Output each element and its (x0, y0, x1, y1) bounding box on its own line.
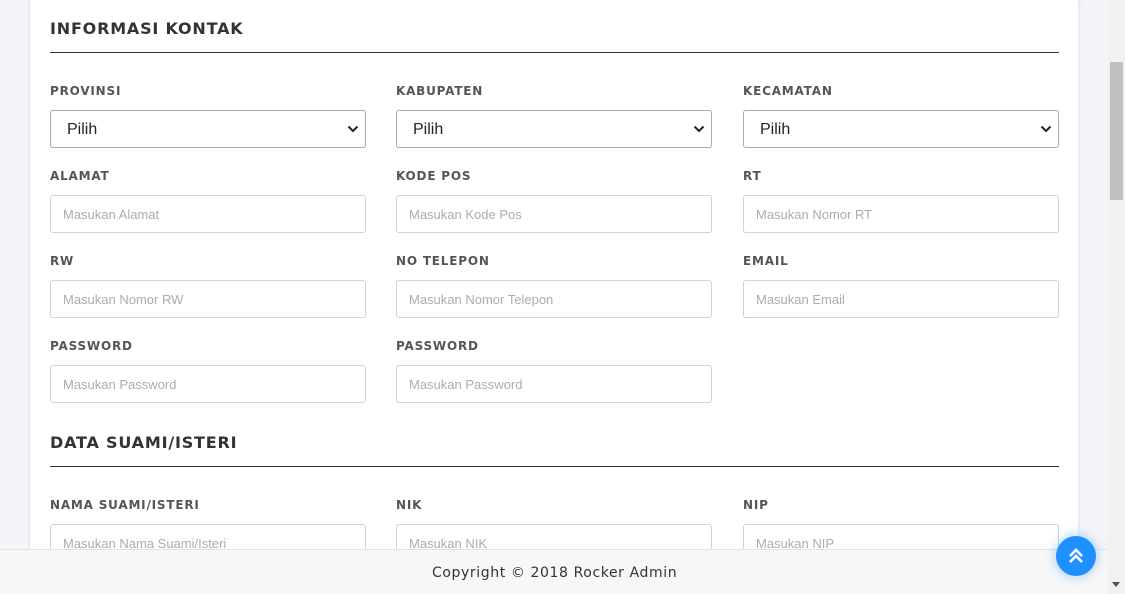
nip-label: NIP (743, 498, 769, 512)
kabupaten-select-value: Pilih (413, 121, 444, 138)
spouse-section-divider (50, 466, 1059, 467)
rt-field (743, 195, 1059, 233)
email-field (743, 280, 1059, 318)
password-input[interactable] (51, 366, 365, 402)
kode-pos-label: KODE POS (396, 169, 472, 183)
page-footer: Copyright © 2018 Rocker Admin (0, 549, 1108, 594)
no-telepon-label: NO TELEPON (396, 254, 490, 268)
password-field (50, 365, 366, 403)
kecamatan-select-value: Pilih (760, 121, 791, 138)
password-label: PASSWORD (50, 339, 133, 353)
spouse-section-title: DATA SUAMI/ISTERI (50, 433, 238, 452)
double-chevron-up-icon (1069, 548, 1083, 563)
form-card: INFORMASI KONTAK PROVINSI Pilih KABUPATE… (29, 0, 1079, 594)
kabupaten-select[interactable]: Pilih (396, 110, 712, 148)
alamat-input[interactable] (51, 196, 365, 232)
rt-label: RT (743, 169, 762, 183)
vertical-scrollbar[interactable] (1108, 0, 1125, 594)
chevron-down-icon (693, 125, 705, 133)
chevron-down-icon (347, 125, 359, 133)
password-confirm-field (396, 365, 712, 403)
chevron-down-icon (1040, 125, 1052, 133)
kecamatan-select[interactable]: Pilih (743, 110, 1059, 148)
scrollbar-thumb[interactable] (1110, 62, 1123, 200)
provinsi-select-value: Pilih (67, 121, 98, 138)
provinsi-label: PROVINSI (50, 84, 122, 98)
back-to-top-button[interactable] (1056, 536, 1096, 576)
rw-field (50, 280, 366, 318)
alamat-label: ALAMAT (50, 169, 110, 183)
rw-label: RW (50, 254, 75, 268)
rw-input[interactable] (51, 281, 365, 317)
copyright-text: Copyright © 2018 Rocker Admin (432, 565, 678, 581)
kode-pos-input[interactable] (397, 196, 711, 232)
kecamatan-label: KECAMATAN (743, 84, 833, 98)
kode-pos-field (396, 195, 712, 233)
rt-input[interactable] (744, 196, 1058, 232)
contact-section-title: INFORMASI KONTAK (50, 19, 244, 38)
nama-suami-isteri-label: NAMA SUAMI/ISTERI (50, 498, 200, 512)
password-confirm-input[interactable] (397, 366, 711, 402)
email-input[interactable] (744, 281, 1058, 317)
provinsi-select[interactable]: Pilih (50, 110, 366, 148)
no-telepon-field (396, 280, 712, 318)
email-label: EMAIL (743, 254, 789, 268)
scroll-down-arrow-icon[interactable] (1112, 582, 1120, 587)
contact-section-divider (50, 52, 1059, 53)
password-confirm-label: PASSWORD (396, 339, 479, 353)
nik-label: NIK (396, 498, 423, 512)
kabupaten-label: KABUPATEN (396, 84, 484, 98)
alamat-field (50, 195, 366, 233)
no-telepon-input[interactable] (397, 281, 711, 317)
